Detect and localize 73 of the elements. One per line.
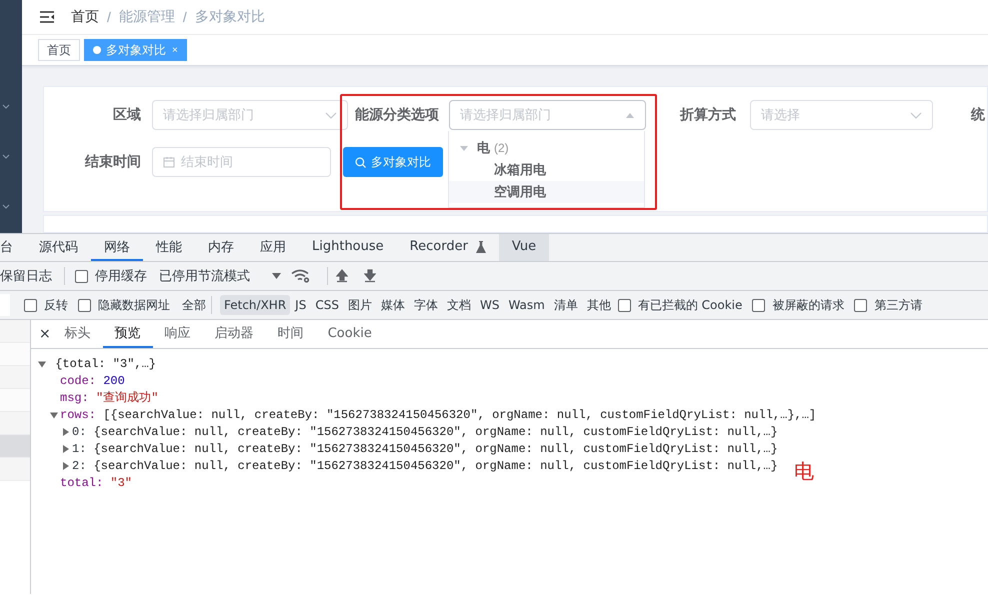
toolbar-label: 保留日志 xyxy=(0,268,52,285)
type-filter[interactable]: 全部 xyxy=(178,294,210,316)
field-label: 统 xyxy=(971,106,985,122)
type-filter[interactable]: Wasm xyxy=(504,295,549,315)
checkbox-option[interactable]: 第三方请 xyxy=(854,296,922,314)
breadcrumb-item[interactable]: 首页 xyxy=(71,8,99,26)
download-icon[interactable] xyxy=(364,269,376,283)
type-filter[interactable]: 字体 xyxy=(410,294,442,316)
wifi-gear-icon[interactable] xyxy=(291,269,311,283)
throttle-dropdown[interactable]: 已停用节流模式 xyxy=(159,267,281,285)
checkbox[interactable] xyxy=(75,270,88,282)
tree-item[interactable]: 空调用电 xyxy=(449,181,644,203)
field-label: 折算方式 xyxy=(680,106,736,122)
tree-item[interactable]: 冰箱用电 xyxy=(449,159,644,181)
expand-triangle-icon[interactable] xyxy=(37,360,47,368)
field-label: 能源分类选项 xyxy=(355,106,439,122)
json-line[interactable]: rows: [{searchValue: null, createBy: "1562738324150456320", orgName: null, customFieldQryList: null,…},…] xyxy=(60,406,816,423)
json-line[interactable]: total: "3" xyxy=(60,474,132,491)
checkbox-option[interactable]: 停用缓存 xyxy=(75,267,147,285)
type-filter[interactable]: WS xyxy=(476,295,504,315)
type-filter[interactable]: 图片 xyxy=(344,294,376,316)
type-filter[interactable]: 清单 xyxy=(550,294,582,316)
close-icon[interactable]: × xyxy=(39,326,51,342)
panel-tab[interactable]: Lighthouse xyxy=(299,234,397,261)
type-filter[interactable]: 文档 xyxy=(442,294,475,316)
checkbox[interactable] xyxy=(618,298,631,312)
upload-icon[interactable] xyxy=(336,269,348,283)
chevron-icon[interactable] xyxy=(2,154,10,160)
chevron-icon[interactable] xyxy=(2,104,10,110)
breadcrumb-item: 多对象对比 xyxy=(194,8,265,26)
json-line[interactable]: msg: "查询成功" xyxy=(60,389,158,406)
panel-tab[interactable]: Recorder xyxy=(396,234,499,261)
panel-tab[interactable]: 源代码 xyxy=(26,234,91,261)
type-filter[interactable]: JS xyxy=(291,295,310,315)
json-line[interactable]: {total: "3",…} xyxy=(48,355,156,372)
chevron-icon[interactable] xyxy=(2,204,10,210)
checkbox[interactable] xyxy=(752,298,766,312)
caret-down-icon xyxy=(272,273,281,279)
checkbox-option[interactable]: 反转 xyxy=(24,296,68,314)
tree-item[interactable]: 电 (2) xyxy=(449,137,644,159)
expand-triangle-icon[interactable] xyxy=(61,462,71,470)
field-label: 区域 xyxy=(113,106,141,122)
expand-triangle-icon[interactable] xyxy=(61,428,71,436)
checkbox[interactable] xyxy=(78,298,91,312)
field-label: 结束时间 xyxy=(85,153,141,169)
checkbox-option[interactable]: 隐藏数据网址 xyxy=(78,296,170,314)
json-line[interactable]: 2: {searchValue: null, createBy: "1562738324150456320", orgName: null, customFieldQryList: null,…} xyxy=(72,457,778,474)
type-filter[interactable]: 媒体 xyxy=(376,294,409,316)
expand-triangle-icon[interactable] xyxy=(49,410,59,418)
breadcrumb-separator: / xyxy=(182,9,187,25)
annotation-text: 电 xyxy=(794,459,814,483)
page-tab[interactable]: 首页 xyxy=(38,39,80,61)
panel-tab[interactable]: 内存 xyxy=(195,234,247,261)
json-line[interactable]: code: 200 xyxy=(60,372,125,389)
json-line[interactable]: 1: {searchValue: null, createBy: "1562738324150456320", orgName: null, customFieldQryList: null,…} xyxy=(72,440,778,457)
expand-triangle-icon[interactable] xyxy=(61,444,71,452)
type-filter[interactable]: Fetch/XHR xyxy=(220,295,290,315)
panel-tab[interactable]: Vue xyxy=(498,234,550,261)
checkbox-option[interactable]: 被屏蔽的请求 xyxy=(752,296,844,314)
json-line[interactable]: 0: {searchValue: null, createBy: "1562738324150456320", orgName: null, customFieldQryList: null,…} xyxy=(72,423,778,440)
search-icon xyxy=(355,156,366,168)
checkbox-option[interactable]: 有已拦截的 Cookie xyxy=(618,296,742,314)
checkbox[interactable] xyxy=(854,298,868,312)
menu-icon[interactable] xyxy=(40,11,54,23)
panel-tab[interactable]: 台 xyxy=(0,234,26,261)
panel-tab[interactable]: 应用 xyxy=(247,234,299,261)
type-filter[interactable]: 其他 xyxy=(582,294,615,316)
calendar-icon xyxy=(163,156,175,168)
breadcrumb-separator: / xyxy=(107,9,111,25)
item-count: (2) xyxy=(494,141,509,155)
panel-tab[interactable]: 性能 xyxy=(143,234,195,261)
type-filter[interactable]: CSS xyxy=(311,295,343,315)
checkbox[interactable] xyxy=(24,298,37,312)
